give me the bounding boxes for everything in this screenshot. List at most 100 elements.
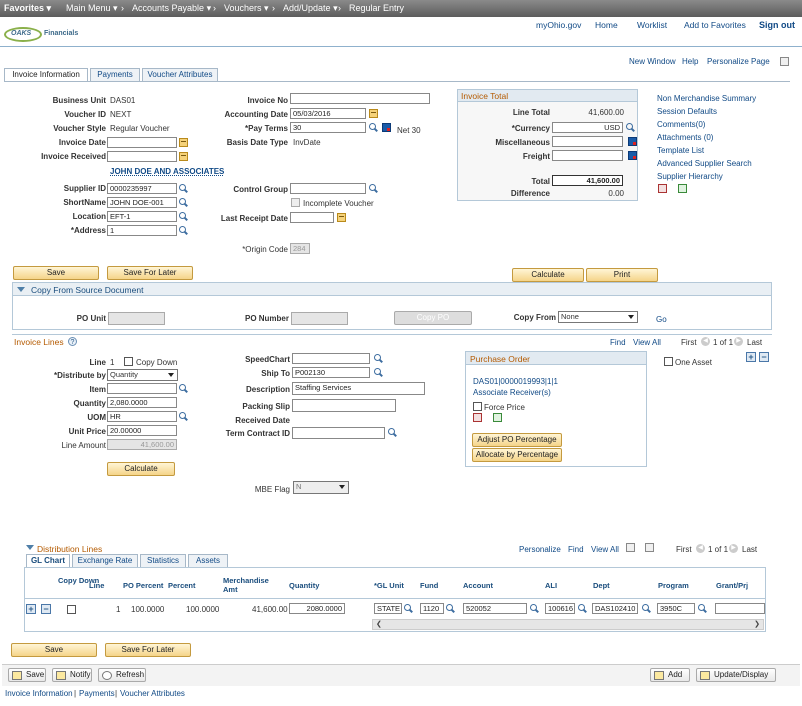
add-favorites-link[interactable]: Add to Favorites (684, 20, 746, 30)
search-icon[interactable] (179, 384, 188, 393)
copy-from-title[interactable]: Copy From Source Document (31, 285, 143, 295)
delete-row-icon[interactable]: − (759, 352, 769, 362)
uom-input[interactable]: HR (107, 411, 177, 422)
footer-link-voucher-attributes[interactable]: Voucher Attributes (120, 689, 185, 698)
tab-statistics[interactable]: Statistics (140, 554, 186, 567)
print-button[interactable]: Print (586, 268, 658, 282)
pay-terms-input[interactable]: 30 (290, 122, 366, 133)
myohio-link[interactable]: myOhio.gov (536, 20, 581, 30)
unit-price-input[interactable]: 20.00000 (107, 425, 177, 436)
packing-slip-input[interactable] (292, 399, 396, 412)
associate-receiver-link[interactable]: Associate Receiver(s) (473, 388, 551, 397)
distribution-view-all-link[interactable]: View All (591, 545, 619, 554)
search-icon[interactable] (578, 604, 587, 613)
force-price-checkbox[interactable] (473, 402, 482, 411)
template-list-link[interactable]: Template List (657, 146, 704, 155)
favorites-menu[interactable]: Favorites ▾ (4, 3, 51, 14)
row-account-input[interactable]: 520052 (463, 603, 527, 614)
calculate-button[interactable]: Calculate (512, 268, 584, 282)
calendar-icon[interactable] (369, 109, 378, 118)
new-window-link[interactable]: New Window (629, 57, 676, 66)
worklist-link[interactable]: Worklist (637, 20, 667, 30)
row-ali-input[interactable]: 100616 (545, 603, 575, 614)
quantity-input[interactable]: 2,080.0000 (107, 397, 177, 408)
calendar-icon[interactable] (337, 213, 346, 222)
sign-out-link[interactable]: Sign out (759, 20, 795, 30)
bottom-save-for-later-button[interactable]: Save For Later (105, 643, 191, 657)
non-merchandise-summary-link[interactable]: Non Merchandise Summary (657, 94, 756, 103)
grid-icon[interactable] (645, 543, 654, 552)
toolbar-notify-button[interactable]: Notify (52, 668, 92, 682)
save-for-later-button[interactable]: Save For Later (107, 266, 193, 280)
add-row-icon[interactable]: + (26, 604, 36, 614)
line-calculate-button[interactable]: Calculate (107, 462, 175, 476)
row-fund-input[interactable]: 1120 (420, 603, 444, 614)
delete-row-icon[interactable]: − (41, 604, 51, 614)
find-link[interactable]: Find (610, 338, 626, 347)
search-icon[interactable] (179, 184, 188, 193)
horizontal-scrollbar[interactable]: ❮ ❯ (372, 619, 764, 630)
one-asset-checkbox[interactable] (664, 357, 673, 366)
comments-link[interactable]: Comments(0) (657, 120, 705, 129)
supplier-hierarchy-link[interactable]: Supplier Hierarchy (657, 172, 723, 181)
go-link[interactable]: Go (656, 315, 667, 324)
search-icon[interactable] (626, 123, 635, 132)
next-icon[interactable]: ▶ (729, 544, 738, 553)
search-icon[interactable] (642, 604, 651, 613)
search-icon[interactable] (369, 123, 378, 132)
distribute-by-select[interactable]: Quantity (107, 369, 178, 381)
search-icon[interactable] (369, 184, 378, 193)
row-program-input[interactable]: 3950C (657, 603, 695, 614)
tab-assets[interactable]: Assets (188, 554, 228, 567)
prev-icon[interactable]: ◀ (701, 337, 710, 346)
breadcrumb-vouchers[interactable]: Vouchers ▾ (224, 3, 269, 14)
export-icon[interactable] (678, 184, 687, 193)
search-icon[interactable] (179, 412, 188, 421)
calendar-icon[interactable] (179, 152, 188, 161)
bottom-save-button[interactable]: Save (11, 643, 97, 657)
download-icon[interactable] (626, 543, 635, 552)
toolbar-refresh-button[interactable]: Refresh (98, 668, 146, 682)
footer-link-invoice-information[interactable]: Invoice Information (5, 689, 73, 698)
search-icon[interactable] (374, 354, 383, 363)
main-menu[interactable]: Main Menu ▾ (66, 3, 118, 14)
calendar-icon[interactable] (179, 138, 188, 147)
document-icon[interactable] (473, 413, 482, 422)
search-icon[interactable] (374, 368, 383, 377)
attachments-link[interactable]: Attachments (0) (657, 133, 713, 142)
tab-invoice-information[interactable]: Invoice Information (4, 68, 88, 82)
tab-payments[interactable]: Payments (90, 68, 140, 81)
po-reference-link[interactable]: DAS01|0000019993|1|1 (473, 377, 558, 386)
next-icon[interactable]: ▶ (734, 337, 743, 346)
document-icon[interactable] (658, 184, 667, 193)
row-gl-unit-input[interactable]: STATE (374, 603, 402, 614)
session-defaults-link[interactable]: Session Defaults (657, 107, 717, 116)
view-all-link[interactable]: View All (633, 338, 661, 347)
copy-from-select[interactable]: None (558, 311, 638, 323)
help-icon[interactable]: ? (68, 337, 77, 346)
search-icon[interactable] (179, 198, 188, 207)
collapse-icon[interactable] (17, 287, 25, 292)
supplier-name-link[interactable]: JOHN DOE AND ASSOCIATES (110, 167, 224, 176)
speedchart-input[interactable] (292, 353, 370, 364)
invoice-received-input[interactable] (107, 151, 177, 162)
description-input[interactable]: Staffing Services (292, 382, 425, 395)
search-icon[interactable] (388, 428, 397, 437)
export-icon[interactable] (493, 413, 502, 422)
miscellaneous-input[interactable] (552, 136, 623, 147)
row-dept-input[interactable]: DAS102410 (592, 603, 638, 614)
footer-link-payments[interactable]: Payments (79, 689, 115, 698)
distribution-find-link[interactable]: Find (568, 545, 584, 554)
row-copy-down-checkbox[interactable] (67, 605, 76, 614)
search-icon[interactable] (698, 604, 707, 613)
personalize-link[interactable]: Personalize (519, 545, 561, 554)
breadcrumb-regular-entry[interactable]: Regular Entry (349, 3, 404, 13)
toolbar-update-display-button[interactable]: Update/Display (696, 668, 776, 682)
tab-exchange-rate[interactable]: Exchange Rate (72, 554, 138, 567)
save-button[interactable]: Save (13, 266, 99, 280)
control-group-input[interactable] (290, 183, 366, 194)
search-icon[interactable] (530, 604, 539, 613)
item-input[interactable] (107, 383, 177, 394)
last-receipt-date-input[interactable] (290, 212, 334, 223)
tab-voucher-attributes[interactable]: Voucher Attributes (142, 68, 218, 81)
